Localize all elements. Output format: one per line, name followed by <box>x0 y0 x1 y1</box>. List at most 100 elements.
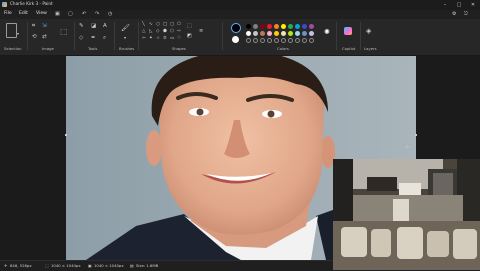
color-swatch[interactable] <box>288 24 293 29</box>
custom-color-slot[interactable] <box>267 38 272 43</box>
color-swatch[interactable] <box>281 31 286 36</box>
eraser-icon[interactable]: ◇ <box>79 35 83 42</box>
color-swatch[interactable] <box>288 31 293 36</box>
star-five-shape-icon[interactable]: ☆ <box>156 36 160 42</box>
menu-file[interactable]: File <box>4 11 12 16</box>
color-swatch[interactable] <box>253 31 258 36</box>
arrow-right-shape-icon[interactable]: ⇨ <box>177 29 181 35</box>
fill-icon[interactable]: ◪ <box>91 23 96 30</box>
right-triangle-shape-icon[interactable]: ◺ <box>149 29 152 35</box>
color-picker-icon[interactable]: ✒ <box>91 35 96 42</box>
custom-color-slot[interactable] <box>281 38 286 43</box>
pencil-icon[interactable]: ✎ <box>79 23 84 30</box>
fill-style-icon[interactable]: ◩ <box>187 34 192 39</box>
arrow-left-shape-icon[interactable]: ⇦ <box>142 36 146 42</box>
color-swatch[interactable] <box>246 31 251 36</box>
crop-icon[interactable]: ⌗ <box>32 23 35 30</box>
color-swatch[interactable] <box>309 31 314 36</box>
flip-icon[interactable]: ⇄ <box>42 34 47 41</box>
color-swatch[interactable] <box>260 24 265 29</box>
share-icon[interactable]: ⎋ <box>464 11 468 17</box>
line-shape-icon[interactable]: ╲ <box>142 22 145 28</box>
copilot-icon[interactable] <box>344 27 352 35</box>
undo-icon[interactable]: ↶ <box>82 11 86 17</box>
color-swatch[interactable] <box>295 24 300 29</box>
color-swatch[interactable] <box>274 31 279 36</box>
color-swatch[interactable] <box>253 24 258 29</box>
group-label-image: Image <box>42 46 54 51</box>
title-bar: Charlie Kirk 3 - Paint – □ ✕ <box>0 0 480 10</box>
color-swatch[interactable] <box>302 31 307 36</box>
custom-color-slot[interactable] <box>260 38 265 43</box>
divider <box>27 22 28 50</box>
color-swatch[interactable] <box>267 31 272 36</box>
resize-icon[interactable]: ⇲ <box>42 23 47 30</box>
divider <box>74 22 75 50</box>
close-button[interactable]: ✕ <box>466 0 480 10</box>
file-size-icon: ▤ <box>130 263 134 268</box>
brush-dropdown-icon[interactable]: ▾ <box>124 36 126 40</box>
custom-color-slot[interactable] <box>309 38 314 43</box>
color-swatch[interactable] <box>302 24 307 29</box>
color-swatch[interactable] <box>281 24 286 29</box>
rounded-rectangle-shape-icon[interactable]: ▢ <box>170 22 174 28</box>
oval-shape-icon[interactable]: ○ <box>156 22 160 28</box>
maximize-button[interactable]: □ <box>452 0 466 10</box>
size-icon[interactable]: ≡ <box>199 29 203 34</box>
shapes-gallery[interactable]: ╲ ∿ ○ □ ▢ ⬠ △ ◺ ◇ ⬟ ⬡ ⇨ ⇦ ✦ ☆ ✡ ▭ ♡ <box>142 22 202 44</box>
primary-color[interactable] <box>231 23 241 33</box>
color-swatch[interactable] <box>309 24 314 29</box>
divider <box>336 22 337 50</box>
selection-size: 1040 × 1040px <box>51 263 81 268</box>
selection-dropdown-icon[interactable]: ▾ <box>17 32 19 36</box>
curve-shape-icon[interactable]: ∿ <box>149 22 153 28</box>
secondary-color[interactable] <box>232 36 239 43</box>
hexagon-shape-icon[interactable]: ⬡ <box>170 29 174 35</box>
color-swatch[interactable] <box>246 24 251 29</box>
heart-shape-icon[interactable]: ♡ <box>177 36 181 42</box>
color-swatch[interactable] <box>274 24 279 29</box>
redo-icon[interactable]: ↷ <box>95 11 99 17</box>
rectangle-shape-icon[interactable]: □ <box>163 22 167 28</box>
settings-icon[interactable]: ⚙ <box>452 11 456 17</box>
webcam-feed <box>333 159 480 270</box>
text-icon[interactable]: A <box>103 23 107 30</box>
menu-view[interactable]: View <box>36 11 47 16</box>
custom-color-slot[interactable] <box>302 38 307 43</box>
custom-color-slot[interactable] <box>295 38 300 43</box>
menu-edit[interactable]: Edit <box>19 11 28 16</box>
star-four-shape-icon[interactable]: ✦ <box>149 36 153 42</box>
color-swatch[interactable] <box>260 31 265 36</box>
custom-color-slot[interactable] <box>274 38 279 43</box>
history-icon[interactable]: ◷ <box>108 11 112 17</box>
edit-colors-icon[interactable]: ✺ <box>324 29 330 36</box>
selection-tool-icon[interactable] <box>6 23 17 38</box>
pentagon-shape-icon[interactable]: ⬟ <box>163 29 167 35</box>
webcam-overlay <box>333 159 480 270</box>
polygon-shape-icon[interactable]: ⬠ <box>177 22 181 28</box>
resize-handle-right[interactable] <box>415 134 417 136</box>
group-label-tools: Tools <box>88 46 98 51</box>
canvas-size: 1040 × 1040px <box>94 263 124 268</box>
triangle-shape-icon[interactable]: △ <box>142 29 145 35</box>
diamond-shape-icon[interactable]: ◇ <box>156 29 159 35</box>
color-swatch[interactable] <box>295 31 300 36</box>
rotate-icon[interactable]: ⟲ <box>32 34 37 41</box>
custom-color-slot[interactable] <box>288 38 293 43</box>
save-icon[interactable]: ▣ <box>55 11 60 17</box>
minimize-button[interactable]: – <box>438 0 452 10</box>
custom-color-slot[interactable] <box>253 38 258 43</box>
layers-icon[interactable]: ◈ <box>366 28 371 35</box>
outline-icon[interactable]: ⬚ <box>187 24 192 29</box>
color-swatch[interactable] <box>267 24 272 29</box>
brush-icon[interactable]: 🖌 <box>121 25 130 32</box>
window-title: Charlie Kirk 3 - Paint <box>10 1 53 6</box>
new-icon[interactable]: ▢ <box>68 11 73 17</box>
callout-shape-icon[interactable]: ▭ <box>170 36 174 42</box>
resize-handle-left[interactable] <box>65 134 67 136</box>
image-select-icon[interactable]: ⬚ <box>60 28 68 36</box>
custom-color-slot[interactable] <box>246 38 251 43</box>
magnifier-icon[interactable]: ⌕ <box>103 35 106 42</box>
star-six-shape-icon[interactable]: ✡ <box>163 36 167 42</box>
group-label-selection: Selection <box>4 46 22 51</box>
